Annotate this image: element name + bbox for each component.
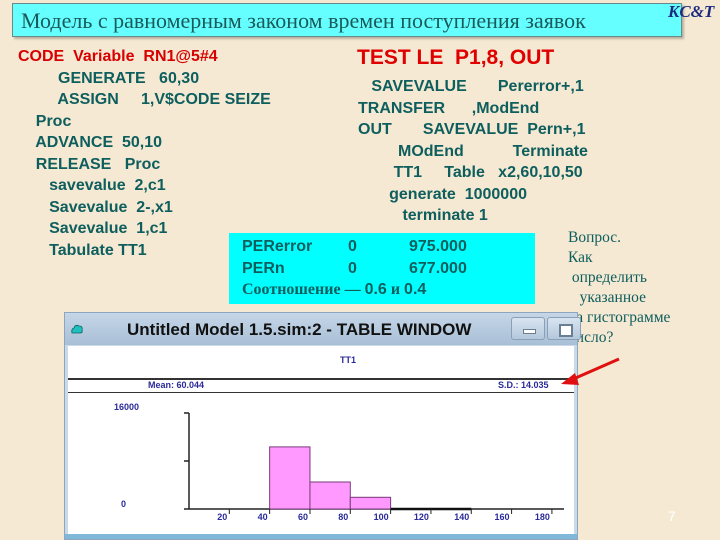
code-line: ASSIGN 1,V$CODE SEIZE — [18, 91, 271, 108]
code-line: Proc — [18, 112, 72, 130]
result-value: 677.000 — [409, 260, 467, 277]
maximize-button[interactable] — [547, 317, 581, 340]
histogram-bar — [349, 496, 392, 510]
test-heading: TEST LE P1,8, OUT — [357, 46, 555, 69]
code-line: ADVANCE 50,10 — [18, 134, 163, 151]
result-name: PERerror — [242, 238, 313, 255]
question-line: число? — [568, 329, 614, 346]
slide-title-banner: Модель с равномерным законом времен пост… — [12, 3, 682, 37]
red-arrow-icon — [561, 357, 620, 385]
y-tick-label: 0 — [121, 499, 126, 509]
x-tick-label: 60 — [298, 512, 308, 522]
minimize-button[interactable] — [511, 317, 545, 340]
page-number: 7 — [668, 508, 676, 524]
question-line: Вопрос. — [568, 229, 622, 246]
result-index: 0 — [348, 238, 357, 255]
window-bottom-border — [65, 534, 577, 539]
x-tick-label: 80 — [338, 512, 348, 522]
table-window-content: TT1 Mean: 60.044 S.D.: 14.035 16000 0 20 40… — [68, 346, 574, 534]
code-line: Savevalue 2-,x1 — [18, 198, 173, 216]
x-tick-label: 100 — [374, 512, 389, 522]
question-line: Как — [568, 249, 593, 266]
results-panel: PERerror 0 975.000 PERn 0 677.000 Соотно… — [229, 233, 535, 304]
ratio-line: Соотношение — 0.6 и 0.4 — [242, 281, 426, 299]
x-tick-label: 160 — [495, 512, 510, 522]
code-line: terminate 1 — [358, 207, 488, 224]
y-tick-label: 16000 — [114, 402, 139, 412]
x-tick-label: 40 — [258, 512, 268, 522]
question-line: на гистограмме — [568, 309, 671, 326]
question-text: Вопрос. Как определить указанное на гист… — [568, 228, 670, 348]
window-title: Untitled Model 1.5.sim:2 - TABLE WINDOW — [127, 320, 472, 339]
code-line: CODE Variable RN1@5#4 — [18, 48, 218, 65]
x-tick-label: 120 — [414, 512, 429, 522]
table-window[interactable]: Untitled Model 1.5.sim:2 - TABLE WINDOW … — [64, 312, 581, 540]
code-line: TT1 Table x2,60,10,50 — [358, 164, 583, 181]
stats-bar: Mean: 60.044 S.D.: 14.035 — [68, 378, 574, 393]
ratio-label: Соотношение — — [242, 281, 365, 298]
code-line: RELEASE Proc — [18, 155, 161, 173]
gpss-app-icon — [71, 324, 83, 334]
code-line: OUT SAVEVALUE Pern+,1 — [358, 121, 586, 138]
code-line: MOdEnd Terminate — [358, 142, 588, 160]
logo: KC&T — [668, 2, 715, 21]
code-line: TRANSFER ,ModEnd — [358, 99, 540, 117]
x-tick-label: 180 — [535, 512, 550, 522]
code-line: SAVEVALUE Pererror+,1 — [358, 78, 584, 95]
ratio-and: и — [386, 281, 405, 298]
table-name-label: TT1 — [340, 355, 357, 365]
question-line: указанное — [568, 289, 646, 306]
result-name: PERn — [242, 260, 285, 277]
histogram-bar — [269, 446, 311, 510]
histogram-bar — [309, 481, 351, 510]
result-index: 0 — [348, 260, 357, 277]
slide-title: Модель с равномерным законом времен пост… — [21, 8, 586, 33]
gpss-code-left: CODE Variable RN1@5#4 GENERATE 60,30 ASS… — [18, 46, 271, 261]
result-value: 975.000 — [409, 238, 467, 255]
code-line: GENERATE 60,30 — [18, 69, 200, 87]
ratio-a: 0.6 — [364, 281, 387, 298]
x-tick-label: 140 — [454, 512, 469, 522]
code-line: generate 1000000 — [358, 185, 527, 203]
question-line: определить — [568, 269, 647, 286]
mean-label: Mean: 60.044 — [148, 380, 205, 390]
gpss-code-right: SAVEVALUE Pererror+,1 TRANSFER ,ModEnd OUT… — [358, 76, 588, 227]
window-titlebar[interactable]: Untitled Model 1.5.sim:2 - TABLE WINDOW — [65, 313, 581, 345]
code-line: savevalue 2,c1 — [18, 177, 166, 194]
ratio-b: 0.4 — [404, 281, 427, 298]
sd-label: S.D.: 14.035 — [498, 380, 549, 390]
x-tick-label: 20 — [217, 512, 227, 522]
histogram-chart: 16000 0 20 40 60 80 100 120 140 160 180 — [114, 402, 564, 522]
